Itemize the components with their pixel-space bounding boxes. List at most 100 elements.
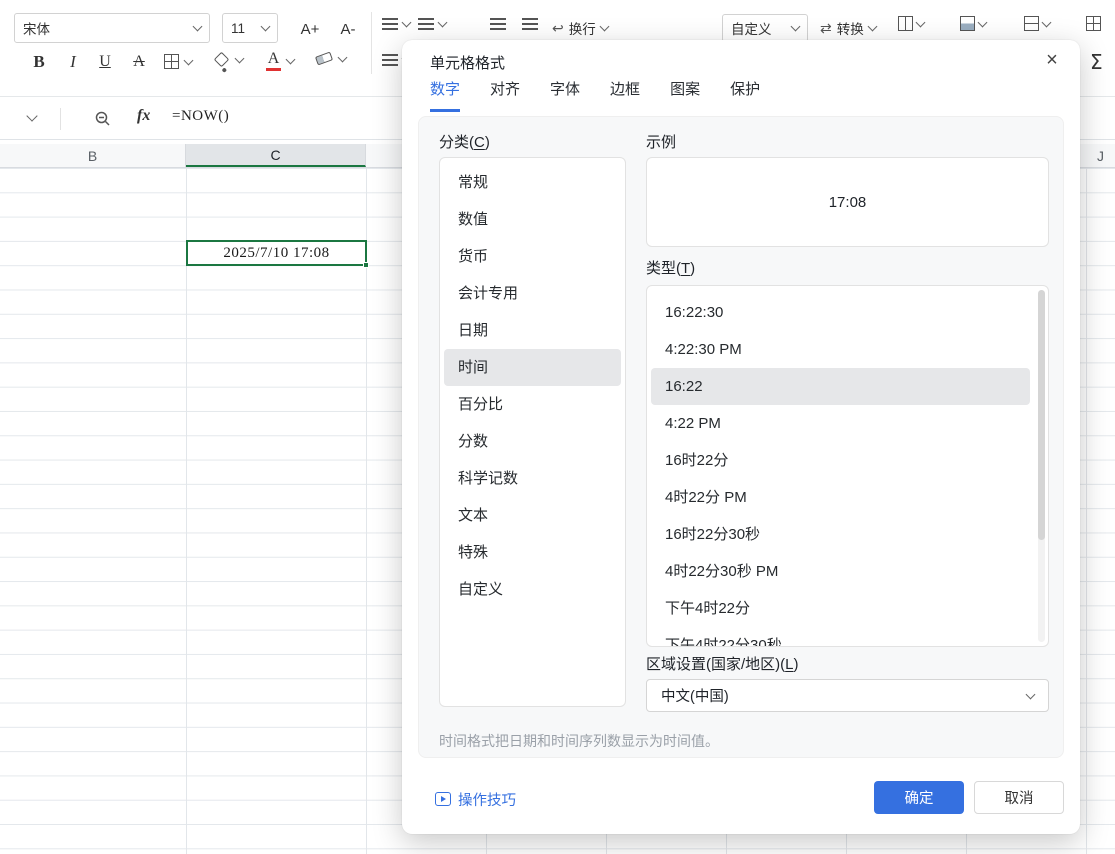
category-item[interactable]: 自定义 <box>444 571 621 608</box>
chevron-down-icon <box>261 22 271 32</box>
name-box-chevron-icon[interactable] <box>26 110 37 121</box>
bold-button[interactable]: B <box>24 48 54 76</box>
ok-button[interactable]: 确定 <box>874 781 964 814</box>
font-color-letter: A <box>268 50 280 67</box>
dialog-tab-bar: 数字对齐字体边框图案保护 <box>430 78 760 112</box>
category-item[interactable]: 分数 <box>444 423 621 460</box>
type-item[interactable]: 16:22:30 <box>651 294 1030 331</box>
wrap-text-icon: ↩ <box>552 20 564 37</box>
category-item[interactable]: 百分比 <box>444 386 621 423</box>
dialog-tab[interactable]: 图案 <box>670 78 700 112</box>
align-center-icon <box>418 18 434 30</box>
chevron-down-icon <box>402 18 412 28</box>
type-item[interactable]: 4时22分 PM <box>651 479 1030 516</box>
dialog-tab[interactable]: 对齐 <box>490 78 520 112</box>
column-header-j[interactable]: J <box>1086 144 1115 167</box>
type-item[interactable]: 16时22分30秒 <box>651 516 1030 553</box>
grid-button[interactable] <box>1086 16 1101 31</box>
tips-link[interactable]: 操作技巧 <box>435 787 516 811</box>
align-left-button[interactable] <box>382 18 410 30</box>
chevron-down-icon <box>338 52 348 62</box>
scrollbar-thumb[interactable] <box>1038 290 1045 540</box>
scrollbar[interactable] <box>1038 290 1045 642</box>
autosum-button[interactable]: Σ <box>1090 50 1103 74</box>
freeze-panes-button[interactable] <box>1024 16 1050 31</box>
fill-handle[interactable] <box>363 262 369 268</box>
underline-button[interactable]: U <box>90 48 120 76</box>
type-item[interactable]: 16:22 <box>651 368 1030 405</box>
wrap-text-button[interactable]: ↩ 换行 <box>552 14 608 42</box>
sample-preview: 17:08 <box>646 157 1049 247</box>
tips-label: 操作技巧 <box>458 789 516 810</box>
fill-color-button[interactable] <box>216 54 243 65</box>
category-item[interactable]: 科学记数 <box>444 460 621 497</box>
column-header-c[interactable]: C <box>186 144 366 167</box>
wrap-text-label: 换行 <box>569 18 596 38</box>
locale-select[interactable]: 中文(中国) <box>646 679 1049 712</box>
align-left-icon <box>382 18 398 30</box>
chevron-down-icon <box>286 54 296 64</box>
grid-line <box>186 168 187 854</box>
category-item[interactable]: 文本 <box>444 497 621 534</box>
search-icon[interactable] <box>95 111 111 132</box>
grid-icon <box>1086 16 1101 31</box>
type-item[interactable]: 4:22:30 PM <box>651 331 1030 368</box>
font-color-icon: A <box>266 50 281 71</box>
convert-label: 转换 <box>837 18 864 38</box>
chevron-down-icon <box>978 17 988 27</box>
type-label: 类型(T) <box>646 257 695 278</box>
strikethrough-button[interactable]: A <box>124 48 154 76</box>
align-center-button[interactable] <box>418 18 446 30</box>
dialog-body: 分类(C) 常规数值货币会计专用日期时间百分比分数科学记数文本特殊自定义 示例 … <box>418 116 1064 758</box>
category-item[interactable]: 会计专用 <box>444 275 621 312</box>
font-name-select[interactable]: 宋体 <box>14 13 210 43</box>
increase-font-button[interactable]: A+ <box>292 15 328 43</box>
font-size-select[interactable]: 11 <box>222 13 278 43</box>
grid-line <box>1086 168 1087 854</box>
number-format-value: 自定义 <box>731 18 772 38</box>
dialog-tab[interactable]: 数字 <box>430 78 460 112</box>
dialog-tab[interactable]: 保护 <box>730 78 760 112</box>
cancel-button[interactable]: 取消 <box>974 781 1064 814</box>
category-item[interactable]: 货币 <box>444 238 621 275</box>
column-header-b[interactable]: B <box>0 144 186 167</box>
number-format-select[interactable]: 自定义 <box>722 14 808 42</box>
type-item[interactable]: 4:22 PM <box>651 405 1030 442</box>
category-item[interactable]: 特殊 <box>444 534 621 571</box>
sample-value: 17:08 <box>829 194 867 211</box>
insert-function-button[interactable]: fx <box>137 107 150 125</box>
cell-value: 2025/7/10 17:08 <box>223 245 329 262</box>
merge-cells-button[interactable] <box>898 16 924 31</box>
dialog-tab[interactable]: 边框 <box>610 78 640 112</box>
dialog-tab[interactable]: 字体 <box>550 78 580 112</box>
borders-icon <box>164 54 179 69</box>
type-item[interactable]: 下午4时22分 <box>651 590 1030 627</box>
dialog-title: 单元格格式 <box>430 52 505 73</box>
type-item[interactable]: 16时22分 <box>651 442 1030 479</box>
type-item[interactable]: 4时22分30秒 PM <box>651 553 1030 590</box>
table-style-button[interactable] <box>960 16 986 31</box>
decrease-indent-button[interactable] <box>490 18 506 30</box>
font-color-button[interactable]: A <box>266 50 294 71</box>
formula-input[interactable]: =NOW() <box>172 108 229 125</box>
close-icon[interactable]: × <box>1040 48 1064 72</box>
type-list-items: 16:22:304:22:30 PM16:224:22 PM16时22分4时22… <box>647 286 1048 647</box>
clear-format-button[interactable] <box>316 54 346 63</box>
font-name-value: 宋体 <box>23 18 50 38</box>
category-item[interactable]: 日期 <box>444 312 621 349</box>
selected-cell[interactable]: 2025/7/10 17:08 <box>186 240 367 266</box>
type-item[interactable]: 下午4时22分30秒 <box>651 627 1030 647</box>
sigma-icon: Σ <box>1090 50 1103 74</box>
category-item[interactable]: 时间 <box>444 349 621 386</box>
category-item[interactable]: 数值 <box>444 201 621 238</box>
vertical-align-icon <box>382 54 398 66</box>
convert-button[interactable]: ⇄ 转换 <box>820 14 876 42</box>
app-window: 宋体 11 A+ A- ↩ 换行 自定义 ⇄ 转换 <box>0 0 1115 854</box>
format-description: 时间格式把日期和时间序列数显示为时间值。 <box>439 731 719 751</box>
category-item[interactable]: 常规 <box>444 164 621 201</box>
borders-button[interactable] <box>164 54 192 69</box>
italic-button[interactable]: I <box>58 48 88 76</box>
increase-indent-button[interactable] <box>522 18 538 30</box>
decrease-font-button[interactable]: A- <box>332 15 364 43</box>
chevron-down-icon <box>193 22 203 32</box>
